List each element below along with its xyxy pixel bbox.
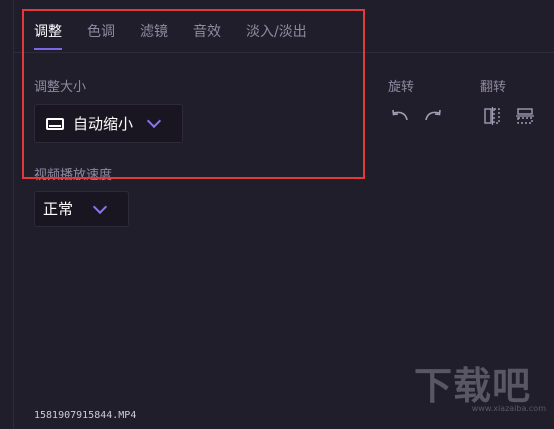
screen-icon: [46, 117, 64, 130]
resize-label: 调整大小: [34, 80, 87, 95]
tab-tone[interactable]: 色调: [87, 22, 115, 50]
flip-vertical-icon[interactable]: [514, 105, 536, 127]
rotate-label: 旋转: [388, 80, 415, 95]
resize-dropdown[interactable]: 自动缩小: [34, 104, 183, 143]
speed-value: 正常: [43, 200, 74, 218]
speed-dropdown[interactable]: 正常: [34, 191, 129, 227]
rotate-left-icon[interactable]: [389, 105, 411, 127]
tab-divider: [14, 52, 554, 53]
tab-adjust[interactable]: 调整: [34, 22, 62, 50]
watermark-logo: 下载吧 www.xiazaiba.com: [414, 366, 548, 416]
file-name: 1581907915844.MP4: [34, 410, 137, 421]
panel-left-border: [13, 0, 14, 429]
tab-filter[interactable]: 滤镜: [140, 22, 168, 50]
resize-value: 自动缩小: [73, 114, 134, 133]
adjust-panel: 调整 色调 滤镜 音效 淡入/淡出 调整大小 自动缩小 旋转 翻转 视频播放速度…: [0, 0, 554, 429]
chevron-down-icon: [146, 113, 162, 129]
rotate-right-icon[interactable]: [422, 105, 444, 127]
tab-audio[interactable]: 音效: [193, 22, 221, 50]
watermark-url: www.xiazaiba.com: [471, 404, 546, 413]
flip-horizontal-icon[interactable]: [481, 105, 503, 127]
tab-fade[interactable]: 淡入/淡出: [246, 22, 307, 50]
speed-label: 视频播放速度: [34, 168, 113, 183]
watermark-title: 下载吧: [414, 363, 532, 408]
chevron-down-icon: [92, 199, 108, 214]
flip-label: 翻转: [480, 80, 507, 95]
tab-bar: 调整 色调 滤镜 音效 淡入/淡出: [34, 22, 332, 52]
